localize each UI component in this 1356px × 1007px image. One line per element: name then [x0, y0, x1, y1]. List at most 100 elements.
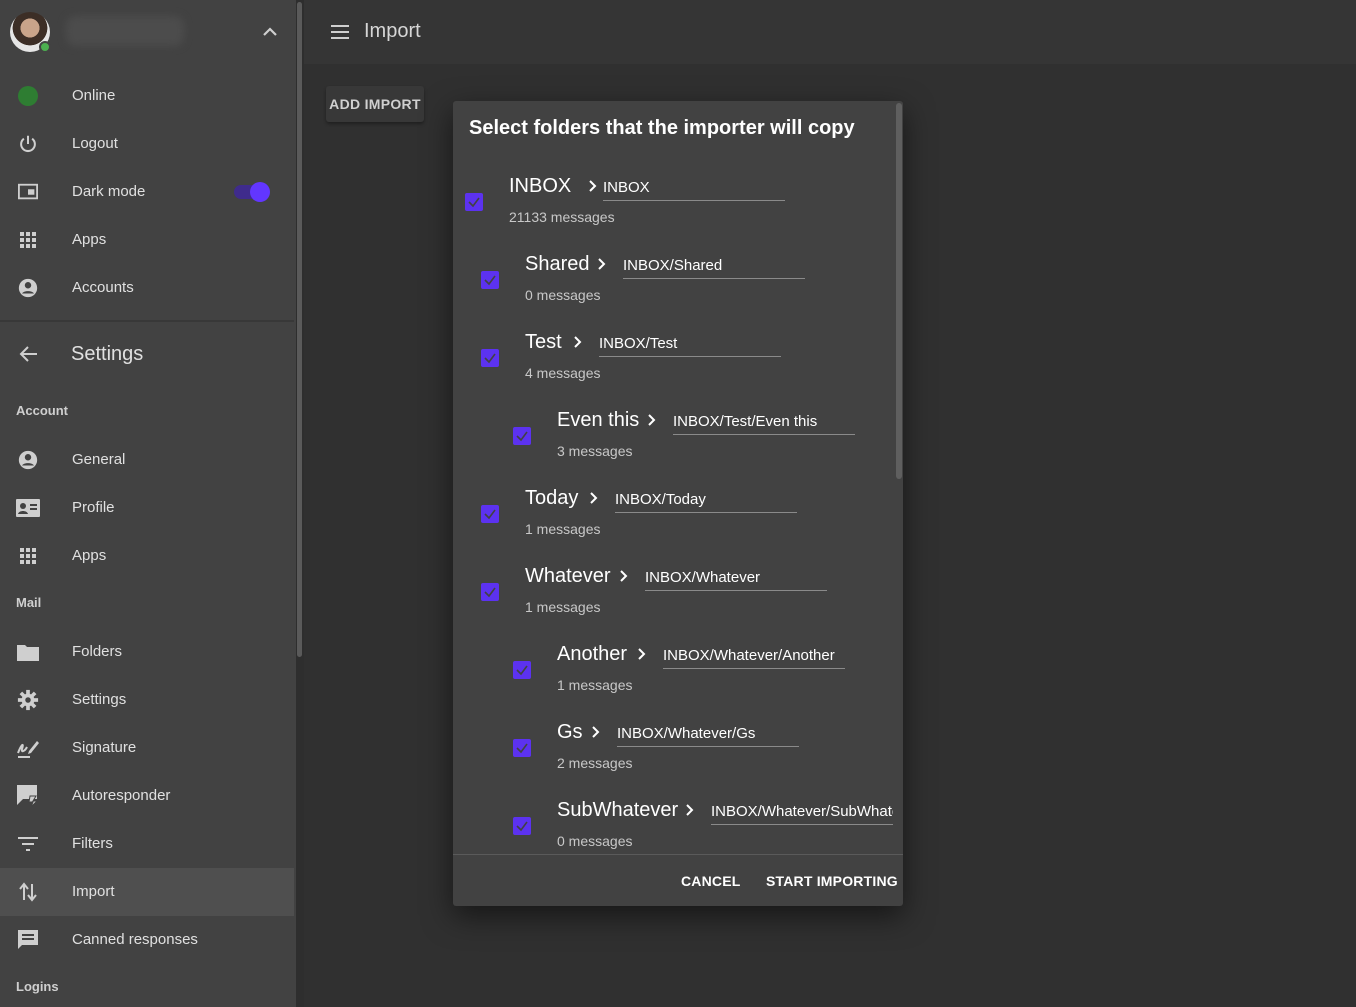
menu-item-mail-settings[interactable]: Settings	[0, 676, 294, 724]
subheader-mail: Mail	[16, 595, 42, 610]
menu-item-label: Canned responses	[72, 931, 198, 948]
folder-name: Today	[525, 487, 579, 509]
folder-checkbox[interactable]	[481, 583, 499, 601]
folder-checkbox[interactable]	[481, 505, 499, 523]
destination-folder-input[interactable]: INBOX/Test	[599, 331, 781, 357]
menu-item-general[interactable]: General	[0, 436, 294, 484]
menu-item-profile[interactable]: Profile	[0, 484, 294, 532]
account-circle-icon	[16, 448, 40, 472]
signature-icon	[16, 736, 40, 760]
chevron-right-icon	[589, 180, 597, 192]
folder-row-another: Another INBOX/Whatever/Another 1 message…	[513, 643, 893, 713]
menu-item-label: General	[72, 451, 126, 468]
dialog-scrollbar-thumb[interactable]	[896, 103, 902, 479]
subheader-account: Account	[16, 403, 68, 418]
select-folders-dialog: Select folders that the importer will co…	[453, 101, 903, 906]
online-status-indicator	[39, 41, 51, 53]
folder-checkbox[interactable]	[513, 817, 531, 835]
message-count: 21133 messages	[509, 209, 615, 225]
destination-folder-input[interactable]: INBOX/Test/Even this	[673, 409, 855, 435]
import-export-icon	[16, 880, 40, 904]
destination-folder-input[interactable]: INBOX/Whatever/Another	[663, 643, 845, 669]
menu-item-label: Profile	[72, 499, 115, 516]
section-divider	[0, 320, 294, 322]
menu-item-online[interactable]: Online	[0, 72, 294, 120]
folder-checkbox[interactable]	[513, 661, 531, 679]
top-app-bar: Import	[304, 0, 1356, 64]
menu-item-accounts[interactable]: Accounts	[0, 264, 294, 312]
folder-row-inbox: INBOX INBOX 21133 messages	[465, 175, 885, 245]
chevron-right-icon	[686, 804, 694, 816]
folder-name: Even this	[557, 409, 640, 431]
destination-folder-input[interactable]: INBOX/Shared	[623, 253, 805, 279]
menu-item-label: Filters	[72, 835, 113, 852]
sidebar: Online Logout Dark mode Apps Accounts Se…	[0, 0, 304, 1007]
folder-icon	[16, 640, 40, 664]
folder-checkbox[interactable]	[513, 427, 531, 445]
gear-icon	[16, 688, 40, 712]
folder-name: SubWhatever	[557, 799, 679, 821]
apps-grid-icon	[16, 228, 40, 252]
destination-folder-input[interactable]: INBOX/Whatever	[645, 565, 827, 591]
destination-folder-input[interactable]: INBOX/Today	[615, 487, 797, 513]
menu-item-canned-responses[interactable]: Canned responses	[0, 916, 294, 964]
folder-row-whatever: Whatever INBOX/Whatever 1 messages	[481, 565, 891, 635]
folder-checkbox[interactable]	[465, 193, 483, 211]
message-count: 0 messages	[557, 833, 633, 849]
folder-name: Whatever	[525, 565, 611, 587]
folder-name: INBOX	[509, 175, 572, 197]
message-count: 1 messages	[557, 677, 633, 693]
menu-item-autoresponder[interactable]: Autoresponder	[0, 772, 294, 820]
back-arrow-icon[interactable]	[17, 342, 41, 366]
dark-mode-toggle[interactable]	[232, 182, 270, 202]
menu-item-label: Dark mode	[72, 183, 146, 200]
chevron-right-icon	[590, 492, 598, 504]
chevron-right-icon	[592, 726, 600, 738]
menu-item-logout[interactable]: Logout	[0, 120, 294, 168]
message-count: 1 messages	[525, 599, 601, 615]
menu-item-signature[interactable]: Signature	[0, 724, 294, 772]
message-count: 4 messages	[525, 365, 601, 381]
folder-name: Gs	[557, 721, 583, 743]
sidebar-scrollbar-thumb[interactable]	[297, 2, 302, 657]
chevron-right-icon	[598, 258, 606, 270]
user-name	[66, 16, 184, 46]
folder-checkbox[interactable]	[481, 349, 499, 367]
message-count: 1 messages	[525, 521, 601, 537]
destination-folder-input[interactable]: INBOX/Whatever/Gs	[617, 721, 799, 747]
cancel-button[interactable]: CANCEL	[681, 873, 741, 889]
folder-row-shared: Shared INBOX/Shared 0 messages	[481, 253, 891, 323]
menu-item-settings-apps[interactable]: Apps	[0, 532, 294, 580]
settings-title: Settings	[71, 343, 144, 365]
destination-folder-input[interactable]: INBOX	[603, 175, 785, 201]
chevron-right-icon	[638, 648, 646, 660]
start-importing-button[interactable]: START IMPORTING	[766, 873, 898, 889]
folder-checkbox[interactable]	[481, 271, 499, 289]
menu-item-label: Logout	[72, 135, 118, 152]
menu-item-label: Accounts	[72, 279, 134, 296]
power-icon	[16, 132, 40, 156]
folder-row-even-this: Even this INBOX/Test/Even this 3 message…	[513, 409, 893, 479]
user-header[interactable]	[0, 0, 294, 64]
menu-item-folders[interactable]: Folders	[0, 628, 294, 676]
folder-name: Another	[557, 643, 628, 665]
menu-item-import[interactable]: Import	[0, 868, 294, 916]
menu-item-filters[interactable]: Filters	[0, 820, 294, 868]
menu-item-label: Autoresponder	[72, 787, 171, 804]
message-icon	[16, 928, 40, 952]
menu-item-label: Settings	[72, 691, 127, 708]
folder-row-gs: Gs INBOX/Whatever/Gs 2 messages	[513, 721, 893, 791]
add-import-button[interactable]: ADD IMPORT	[326, 86, 424, 122]
chevron-right-icon	[574, 336, 582, 348]
folder-row-today: Today INBOX/Today 1 messages	[481, 487, 891, 557]
folder-row-subwhatever: SubWhatever INBOX/Whatever/SubWhatever 0…	[513, 799, 895, 854]
chevron-up-icon[interactable]	[258, 22, 282, 42]
folder-checkbox[interactable]	[513, 739, 531, 757]
settings-header: Settings	[0, 330, 294, 378]
folder-row-test: Test INBOX/Test 4 messages	[481, 331, 891, 401]
menu-item-apps[interactable]: Apps	[0, 216, 294, 264]
menu-icon[interactable]	[328, 20, 352, 44]
destination-folder-input[interactable]: INBOX/Whatever/SubWhatever	[711, 799, 893, 825]
menu-item-dark-mode[interactable]: Dark mode	[0, 168, 294, 216]
monitor-icon	[16, 180, 40, 204]
